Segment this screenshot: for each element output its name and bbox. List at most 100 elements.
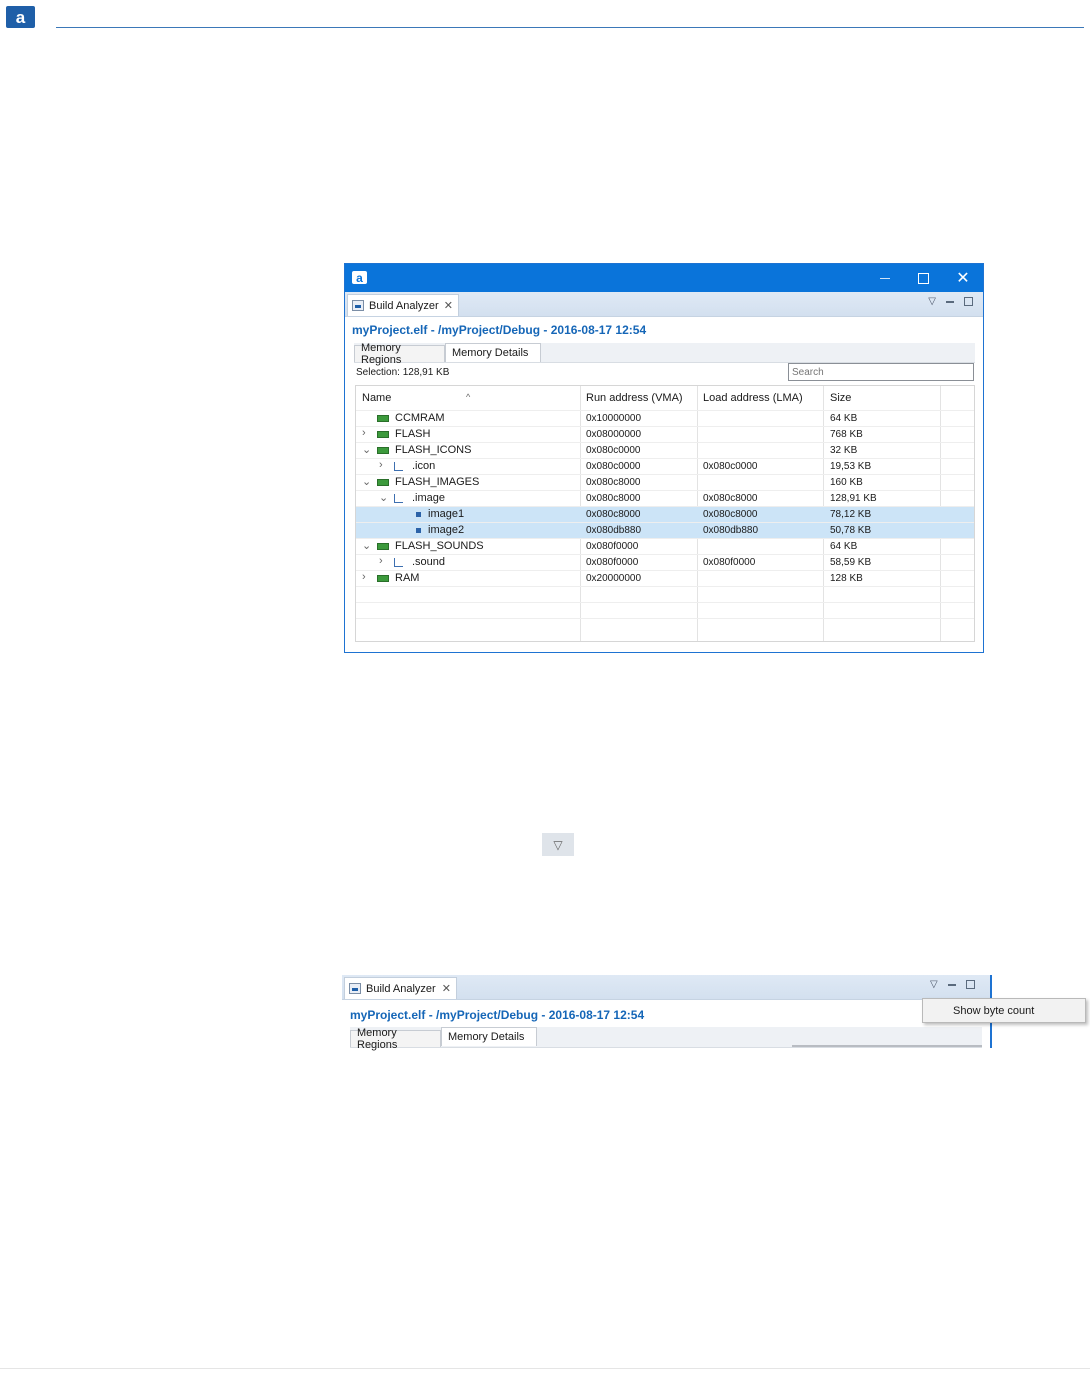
table-row[interactable]: ⌄ FLASH_IMAGES 0x080c8000 160 KB	[356, 474, 974, 490]
view-toolbar: ▽	[928, 296, 973, 307]
section-icon	[394, 462, 403, 471]
table-row[interactable]: › .sound 0x080f0000 0x080f0000 58,59 KB	[356, 554, 974, 570]
view-menu-icon[interactable]: ▽	[930, 979, 938, 990]
row-lma: 0x080c8000	[703, 509, 758, 520]
search-input-edge	[792, 1045, 982, 1047]
view-tab-bar: Build Analyzer ✕ ▽	[345, 292, 983, 317]
chevron-right-icon[interactable]: ›	[379, 459, 383, 471]
table-row[interactable]: ⌄ FLASH_ICONS 0x080c0000 32 KB	[356, 442, 974, 458]
memory-region-icon	[377, 415, 389, 422]
memory-region-icon	[377, 543, 389, 550]
row-size: 64 KB	[830, 413, 858, 424]
close-window-button[interactable]: ✕	[943, 264, 983, 292]
maximize-view-icon[interactable]	[964, 297, 973, 306]
view-toolbar: ▽	[930, 979, 975, 990]
memory-region-icon	[377, 447, 389, 454]
table-row[interactable]: CCMRAM 0x10000000 64 KB	[356, 410, 974, 426]
memory-details-table: ^ Name Run address (VMA) Load address (L…	[355, 385, 975, 642]
chevron-right-icon[interactable]: ›	[379, 555, 383, 567]
build-analyzer-tab[interactable]: Build Analyzer ✕	[344, 977, 457, 999]
memory-region-icon	[377, 479, 389, 486]
row-lma: 0x080db880	[703, 525, 759, 536]
row-size: 64 KB	[830, 541, 858, 552]
sort-ascending-icon: ^	[466, 392, 471, 402]
header-rule	[56, 27, 1084, 28]
chevron-down-icon[interactable]: ⌄	[379, 491, 388, 504]
row-name: .sound	[412, 556, 446, 568]
row-name: CCMRAM	[395, 412, 445, 424]
tab-memory-regions[interactable]: Memory Regions	[350, 1027, 441, 1051]
row-vma: 0x080c8000	[586, 493, 641, 504]
column-header-lma[interactable]: Load address (LMA)	[703, 392, 803, 404]
restore-view-icon[interactable]	[965, 980, 975, 989]
column-header-vma[interactable]: Run address (VMA)	[586, 392, 683, 404]
row-vma: 0x08000000	[586, 429, 642, 440]
show-byte-count-menu-item[interactable]: Show byte count	[922, 998, 1086, 1023]
memory-region-icon	[377, 575, 389, 582]
close-tab-icon[interactable]: ✕	[442, 982, 451, 995]
maximize-window-button[interactable]	[903, 264, 943, 292]
column-header-name[interactable]: Name	[362, 392, 391, 404]
table-row[interactable]: ⌄ FLASH_SOUNDS 0x080f0000 64 KB	[356, 538, 974, 554]
row-name: .image	[412, 492, 446, 504]
row-size: 78,12 KB	[830, 509, 872, 520]
table-row[interactable]: ⌄ .image 0x080c8000 0x080c8000 128,91 KB	[356, 490, 974, 506]
row-vma: 0x080c0000	[586, 461, 641, 472]
page-logo: a	[6, 6, 35, 28]
row-vma: 0x080db880	[586, 525, 642, 536]
view-tab-label: Build Analyzer	[366, 982, 436, 995]
row-size: 128 KB	[830, 573, 863, 584]
minimize-view-icon[interactable]	[946, 300, 954, 303]
row-size: 19,53 KB	[830, 461, 872, 472]
build-analyzer-icon	[349, 983, 361, 994]
chevron-down-icon[interactable]: ⌄	[362, 539, 371, 552]
minimize-window-button[interactable]	[865, 264, 905, 292]
view-tab-label: Build Analyzer	[369, 299, 439, 312]
row-size: 768 KB	[830, 429, 863, 440]
row-size: 32 KB	[830, 445, 858, 456]
row-lma: 0x080f0000	[703, 557, 756, 568]
table-row[interactable]: › RAM 0x20000000 128 KB	[356, 570, 974, 586]
row-name: FLASH_SOUNDS	[395, 540, 484, 552]
chevron-right-icon[interactable]: ›	[362, 571, 366, 583]
chevron-right-icon[interactable]: ›	[362, 427, 366, 439]
chevron-down-icon[interactable]: ⌄	[362, 443, 371, 456]
row-vma: 0x20000000	[586, 573, 642, 584]
view-menu-icon[interactable]: ▽	[928, 296, 936, 307]
symbol-icon	[416, 512, 421, 517]
view-tab-bar: Build Analyzer ✕ ▽	[342, 975, 990, 1000]
minimize-icon	[880, 277, 890, 279]
section-icon	[394, 494, 403, 503]
row-vma: 0x080f0000	[586, 541, 639, 552]
row-size: 160 KB	[830, 477, 863, 488]
row-lma: 0x080c0000	[703, 461, 758, 472]
row-size: 58,59 KB	[830, 557, 872, 568]
row-lma: 0x080c8000	[703, 493, 758, 504]
empty-row	[356, 586, 974, 602]
project-title: myProject.elf - /myProject/Debug - 2016-…	[350, 1008, 645, 1022]
row-name: image2	[428, 524, 465, 536]
memory-region-icon	[377, 431, 389, 438]
build-analyzer-window: a ✕ Build Analyzer ✕ ▽ myProject.elf - /…	[344, 263, 984, 653]
row-name: .icon	[412, 460, 436, 472]
table-row[interactable]: image1 0x080c8000 0x080c8000 78,12 KB	[356, 506, 974, 522]
window-titlebar: a ✕	[345, 264, 983, 292]
row-size: 50,78 KB	[830, 525, 872, 536]
empty-row	[356, 618, 974, 634]
minimize-view-icon[interactable]	[947, 983, 956, 986]
column-header-size[interactable]: Size	[830, 392, 851, 404]
table-row[interactable]: › .icon 0x080c0000 0x080c0000 19,53 KB	[356, 458, 974, 474]
build-analyzer-tab[interactable]: Build Analyzer ✕	[347, 294, 459, 316]
row-name: FLASH_ICONS	[395, 444, 472, 456]
tab-memory-details[interactable]: Memory Details	[445, 343, 541, 362]
table-row[interactable]: › FLASH 0x08000000 768 KB	[356, 426, 974, 442]
close-tab-icon[interactable]: ✕	[444, 299, 453, 312]
chevron-down-icon[interactable]: ⌄	[362, 475, 371, 488]
section-icon	[394, 558, 403, 567]
selection-summary: Selection: 128,91 KB	[356, 367, 450, 378]
tab-memory-details[interactable]: Memory Details	[441, 1027, 537, 1046]
tab-memory-regions[interactable]: Memory Regions	[354, 342, 445, 366]
search-input[interactable]	[788, 363, 974, 381]
symbol-icon	[416, 528, 421, 533]
table-row[interactable]: image2 0x080db880 0x080db880 50,78 KB	[356, 522, 974, 538]
